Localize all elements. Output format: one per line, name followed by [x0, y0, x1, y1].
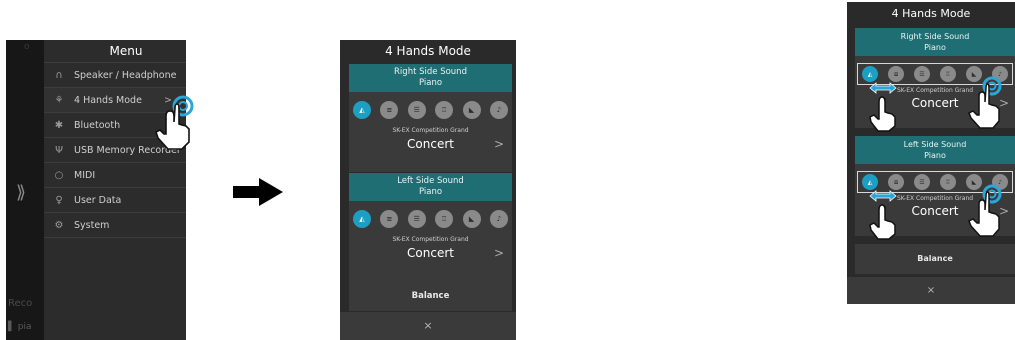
sound-subtitle: SK-EX Competition Grand — [392, 127, 469, 134]
harpsichord-icon[interactable]: ◣ — [462, 101, 481, 119]
strings-icon[interactable]: ♖ — [940, 66, 956, 82]
tap-hand-icon — [155, 95, 194, 150]
usb-icon: Ψ — [55, 144, 63, 156]
menu-item-speaker-headphone[interactable]: ∩ Speaker / Headphone — [44, 63, 186, 88]
page-title: 4 Hands Mode — [385, 44, 471, 58]
four-hands-mode-gesture-screen: 4 Hands Mode Right Side Sound Piano ◭ ≡ … — [847, 2, 1015, 304]
organ-icon[interactable]: ☰ — [407, 101, 426, 119]
section-title: Left Side Sound — [903, 140, 967, 149]
organ-icon[interactable]: ☰ — [914, 66, 930, 82]
sound-name: Concert — [407, 137, 454, 151]
other-sounds-icon[interactable]: ♪ — [489, 210, 508, 228]
background-text-fragment: Reco — [8, 298, 33, 309]
strings-icon[interactable]: ♖ — [435, 101, 454, 119]
section-subtitle: Piano — [418, 187, 443, 197]
background-dot: o — [24, 42, 30, 52]
menu-item-label: Bluetooth — [74, 119, 121, 131]
strings-icon[interactable]: ♖ — [940, 174, 956, 190]
menu-item-label: MIDI — [74, 169, 96, 181]
balance-button[interactable]: Balance — [349, 281, 512, 311]
sound-selector: ◭ ≡ ☰ ♖ ◣ ♪ SK-EX Competition Grand Conc… — [349, 92, 512, 172]
headphone-icon: ∩ — [55, 69, 63, 81]
section-subtitle: Piano — [924, 151, 946, 160]
right-side-sound-card: Right Side Sound Piano ◭ ≡ ☰ ♖ ◣ ♪ SK-EX… — [349, 64, 512, 172]
electric-piano-icon[interactable]: ≡ — [380, 101, 399, 119]
menu-drawer: Menu ∩ Speaker / Headphone ⚘ 4 Hands Mod… — [44, 40, 186, 340]
menu-item-system[interactable]: ⚙ System — [44, 213, 186, 238]
section-title: Right Side Sound — [900, 32, 970, 41]
section-title: Right Side Sound — [394, 67, 467, 77]
menu-title: Menu — [44, 40, 186, 63]
menu-item-midi[interactable]: ○ MIDI — [44, 163, 186, 188]
tap-hand-icon — [968, 76, 1002, 129]
menu-item-label: 4 Hands Mode — [74, 94, 142, 106]
swipe-hand-icon — [869, 82, 897, 132]
midi-icon: ○ — [54, 169, 64, 181]
menu-item-user-data[interactable]: ♀ User Data — [44, 188, 186, 213]
page-title: 4 Hands Mode — [891, 7, 971, 20]
strings-icon[interactable]: ♖ — [435, 210, 454, 228]
close-button[interactable]: × — [847, 277, 1015, 304]
left-side-sound-header[interactable]: Left Side Sound Piano — [349, 173, 512, 201]
menu-item-label: Speaker / Headphone — [74, 69, 177, 81]
system-icon: ⚙ — [54, 219, 64, 231]
sound-name: Concert — [407, 246, 454, 260]
section-title: Left Side Sound — [397, 176, 464, 186]
chevron-right-icon: > — [493, 137, 504, 151]
organ-icon[interactable]: ☰ — [914, 174, 930, 190]
organ-icon[interactable]: ☰ — [407, 210, 426, 228]
right-side-sound-header[interactable]: Right Side Sound Piano — [349, 64, 512, 92]
user-data-icon: ♀ — [55, 194, 63, 206]
grand-piano-icon[interactable]: ◭ — [353, 101, 371, 119]
sound-name: Concert — [911, 96, 959, 110]
balance-button[interactable]: Balance — [855, 244, 1015, 274]
swipe-hand-icon — [869, 190, 897, 240]
other-sounds-icon[interactable]: ♪ — [489, 101, 508, 119]
sound-name-button[interactable]: Concert > — [349, 246, 512, 260]
section-subtitle: Piano — [418, 78, 443, 88]
open-menu-chevron-icon[interactable]: ⟫ — [16, 182, 26, 203]
bluetooth-icon: ✱ — [54, 119, 64, 131]
chevron-right-icon: > — [493, 246, 504, 260]
category-icon-row: ◭ ≡ ☰ ♖ ◣ ♪ — [349, 101, 512, 119]
four-hands-icon: ⚘ — [54, 94, 64, 106]
menu-screen: o ⟫ Reco ▌ pia Menu ∩ Speaker / Headphon… — [6, 40, 186, 340]
menu-item-label: User Data — [74, 194, 122, 206]
background-text-fragment: ▌ pia — [8, 322, 32, 332]
right-side-sound-header[interactable]: Right Side Sound Piano — [855, 28, 1015, 56]
tap-hand-icon — [968, 184, 1002, 237]
electric-piano-icon[interactable]: ≡ — [380, 210, 399, 228]
left-side-sound-header[interactable]: Left Side Sound Piano — [855, 136, 1015, 164]
arrow-right-icon — [233, 178, 283, 206]
sound-selector: ◭ ≡ ☰ ♖ ◣ ♪ SK-EX Competition Grand Conc… — [349, 201, 512, 281]
menu-item-label: System — [74, 219, 110, 231]
grand-piano-icon[interactable]: ◭ — [353, 210, 371, 228]
left-side-sound-card: Left Side Sound Piano ◭ ≡ ☰ ♖ ◣ ♪ SK-EX … — [349, 173, 512, 281]
section-subtitle: Piano — [924, 43, 946, 52]
four-hands-mode-screen: 4 Hands Mode Right Side Sound Piano ◭ ≡ … — [340, 40, 516, 340]
sound-name-button[interactable]: Concert > — [349, 137, 512, 151]
sound-name: Concert — [911, 204, 959, 218]
category-icon-row: ◭ ≡ ☰ ♖ ◣ ♪ — [349, 210, 512, 228]
sound-subtitle: SK-EX Competition Grand — [392, 236, 469, 243]
harpsichord-icon[interactable]: ◣ — [462, 210, 481, 228]
close-button[interactable]: × — [340, 312, 516, 340]
